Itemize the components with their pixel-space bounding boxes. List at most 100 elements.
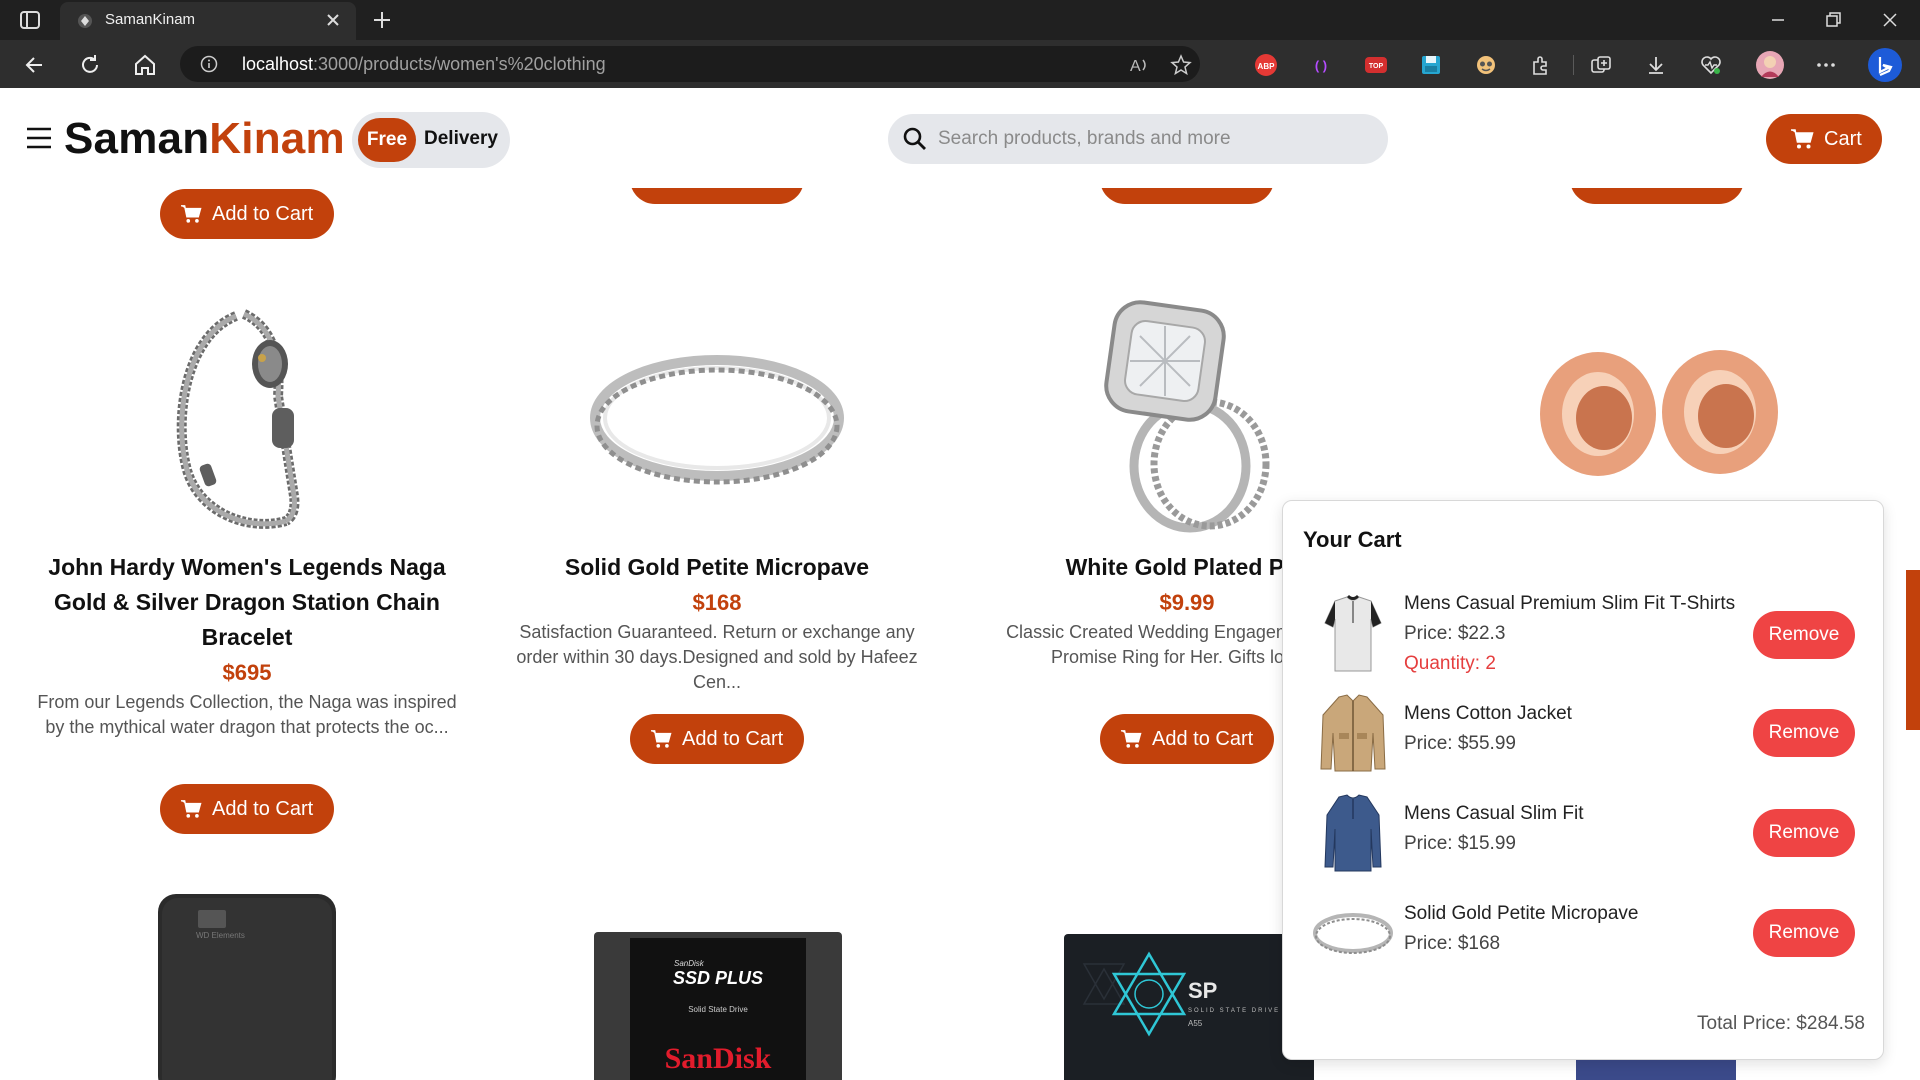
add-to-cart-button[interactable]: Add to Cart bbox=[630, 714, 804, 764]
cart-item-thumbnail bbox=[1313, 893, 1393, 973]
add-to-cart-label: Add to Cart bbox=[212, 203, 314, 225]
remove-button[interactable]: Remove bbox=[1753, 809, 1855, 857]
add-to-cart-label: Add to Cart bbox=[1152, 728, 1254, 750]
cart-heading: Your Cart bbox=[1303, 527, 1402, 552]
cart-item-name: Mens Casual Slim Fit bbox=[1404, 803, 1584, 824]
cart-icon bbox=[181, 205, 202, 223]
back-icon[interactable] bbox=[22, 52, 48, 78]
menu-icon[interactable] bbox=[26, 126, 52, 150]
remove-button[interactable]: Remove bbox=[1753, 909, 1855, 957]
product-image-sandisk-ssd[interactable]: SanDisk SSD PLUS Solid State Drive SanDi… bbox=[594, 932, 842, 1080]
toolbar-divider bbox=[1573, 55, 1574, 75]
home-icon[interactable] bbox=[132, 52, 158, 78]
add-to-cart-button[interactable] bbox=[1100, 188, 1274, 204]
add-to-cart-button[interactable]: Add to Cart bbox=[1100, 714, 1274, 764]
ext-label: TOP bbox=[1369, 63, 1384, 70]
cart-item-name: Solid Gold Petite Micropave bbox=[1404, 903, 1639, 924]
close-tab-icon[interactable] bbox=[324, 11, 342, 29]
cart-icon bbox=[651, 730, 672, 748]
tab-title: SamanKinam bbox=[105, 11, 196, 28]
remove-button[interactable]: Remove bbox=[1753, 709, 1855, 757]
cart-button[interactable]: Cart bbox=[1766, 114, 1882, 164]
search-icon[interactable] bbox=[902, 126, 928, 152]
product-description: Satisfaction Guaranteed. Return or excha… bbox=[516, 622, 918, 692]
product-description: From our Legends Collection, the Naga wa… bbox=[37, 692, 457, 737]
add-to-cart-button[interactable] bbox=[630, 188, 804, 204]
brand-part1: Saman bbox=[64, 114, 210, 163]
product-title[interactable]: Solid Gold Petite Micropave bbox=[507, 550, 927, 585]
adblock-label: ABP bbox=[1258, 62, 1276, 71]
browser-tab-bar: SamanKinam bbox=[0, 0, 1920, 40]
cart-icon bbox=[181, 800, 202, 818]
sp-logo: SP bbox=[1188, 978, 1217, 1003]
adblock-icon[interactable]: ABP bbox=[1255, 54, 1277, 76]
sp-model: A55 bbox=[1188, 1019, 1203, 1028]
product-title[interactable]: John Hardy Women's Legends Naga Gold & S… bbox=[37, 550, 457, 655]
free-delivery-badge: Free Delivery bbox=[352, 112, 510, 168]
extension-icon[interactable]: TOP bbox=[1365, 57, 1387, 73]
url-path: :3000/products/women's%20clothing bbox=[313, 54, 606, 74]
cart-item-price: Price: $168 bbox=[1404, 933, 1501, 954]
close-window-icon[interactable] bbox=[1878, 8, 1902, 32]
refresh-icon[interactable] bbox=[77, 52, 103, 78]
product-price: $695 bbox=[222, 660, 272, 685]
cart-item-thumbnail bbox=[1313, 693, 1393, 773]
ssd-title: SSD PLUS bbox=[673, 968, 763, 988]
cart-item-price: Price: $55.99 bbox=[1404, 733, 1516, 754]
favorite-icon[interactable] bbox=[1170, 54, 1192, 76]
brand-part2: Kinam bbox=[209, 114, 345, 163]
address-bar[interactable]: localhost:3000/products/women's%20clothi… bbox=[180, 46, 1200, 82]
product-image-engagement-ring[interactable] bbox=[1080, 296, 1300, 536]
product-image-plugs[interactable] bbox=[1530, 348, 1790, 478]
extensions-icon[interactable] bbox=[1530, 54, 1552, 76]
browser-toolbar: localhost:3000/products/women's%20clothi… bbox=[0, 40, 1920, 88]
extension-icon[interactable]: ( ) bbox=[1310, 54, 1332, 76]
product-image-sp-ssd[interactable]: SP SOLID STATE DRIVE A55 bbox=[1064, 934, 1314, 1080]
ssd-subtitle: Solid State Drive bbox=[688, 1005, 748, 1014]
product-image-wd-drive[interactable]: WD Elements bbox=[158, 894, 338, 1080]
split-screen-icon[interactable] bbox=[1590, 54, 1612, 76]
search-input[interactable] bbox=[938, 122, 1368, 156]
site-logo[interactable]: SamanKinam bbox=[64, 114, 345, 164]
url-host: localhost bbox=[242, 54, 314, 74]
add-to-cart-button[interactable] bbox=[1570, 188, 1744, 204]
delivery-label: Delivery bbox=[424, 128, 498, 149]
read-aloud-icon[interactable]: A bbox=[1128, 54, 1150, 76]
tab-actions-icon[interactable] bbox=[18, 9, 42, 31]
ssd-brand: SanDisk bbox=[665, 1042, 772, 1075]
add-to-cart-button[interactable]: Add to Cart bbox=[160, 784, 334, 834]
ssd-brand-small: SanDisk bbox=[674, 959, 705, 968]
add-to-cart-label: Add to Cart bbox=[682, 728, 784, 750]
cart-item-name: Mens Casual Premium Slim Fit T-Shirts bbox=[1404, 593, 1736, 614]
cart-item-price: Price: $15.99 bbox=[1404, 833, 1516, 854]
side-tab[interactable] bbox=[1906, 570, 1920, 730]
search-bar bbox=[888, 114, 1388, 164]
downloads-icon[interactable] bbox=[1645, 54, 1667, 76]
add-to-cart-button[interactable]: Add to Cart bbox=[160, 189, 334, 239]
svg-text:( ): ( ) bbox=[1315, 58, 1327, 73]
cart-item-price: Price: $22.3 bbox=[1404, 623, 1506, 644]
product-price: $168 bbox=[692, 590, 742, 615]
extension-icon[interactable] bbox=[1475, 54, 1497, 76]
site-header: SamanKinam Free Delivery Cart bbox=[0, 88, 1920, 188]
cart-popover: Your Cart Mens Casual Premium Slim Fit T… bbox=[1282, 500, 1884, 1060]
restore-icon[interactable] bbox=[1821, 8, 1845, 32]
cart-item-thumbnail bbox=[1313, 793, 1393, 873]
product-image-bracelet[interactable] bbox=[166, 296, 326, 536]
new-tab-icon[interactable] bbox=[370, 8, 394, 32]
profile-avatar[interactable] bbox=[1756, 51, 1784, 79]
info-icon[interactable] bbox=[200, 55, 218, 73]
product-image-ring[interactable] bbox=[590, 348, 844, 488]
browser-tab[interactable]: SamanKinam bbox=[60, 2, 356, 40]
performance-icon[interactable] bbox=[1700, 54, 1722, 76]
cart-icon bbox=[1121, 730, 1142, 748]
copilot-icon[interactable] bbox=[1868, 48, 1902, 82]
tab-favicon-icon bbox=[76, 12, 94, 30]
more-icon[interactable] bbox=[1815, 54, 1837, 76]
remove-button[interactable]: Remove bbox=[1753, 611, 1855, 659]
minimize-icon[interactable] bbox=[1766, 8, 1790, 32]
url-text: localhost:3000/products/women's%20clothi… bbox=[242, 54, 606, 75]
save-icon[interactable] bbox=[1420, 54, 1442, 76]
cart-item-quantity: Quantity: 2 bbox=[1404, 653, 1496, 674]
wd-label: WD Elements bbox=[196, 931, 245, 940]
